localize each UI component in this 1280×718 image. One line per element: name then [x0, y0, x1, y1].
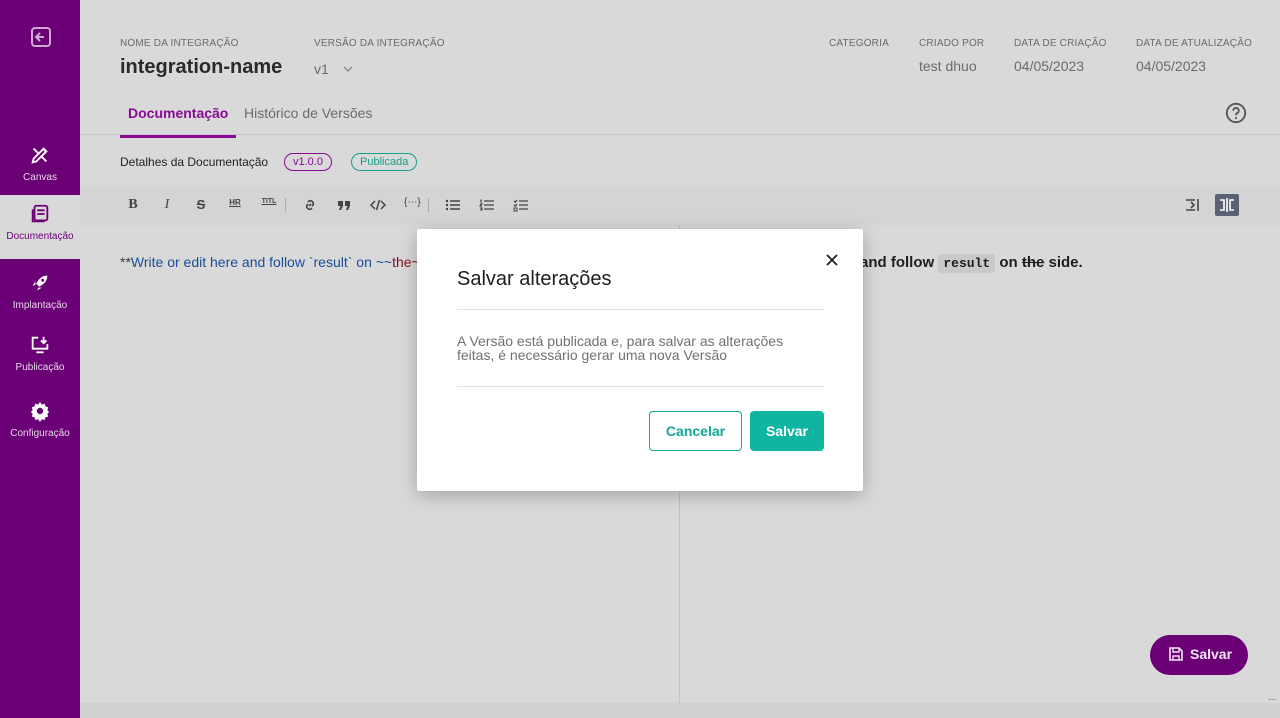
dialog-divider	[457, 309, 824, 310]
dialog-divider	[457, 386, 824, 387]
save-changes-dialog: Salvar alterações A Versão está publicad…	[417, 229, 863, 491]
save-button[interactable]: Salvar	[750, 411, 824, 451]
dialog-title: Salvar alterações	[457, 268, 612, 290]
cancel-button[interactable]: Cancelar	[649, 411, 742, 451]
dialog-message: A Versão está publicada e, para salvar a…	[457, 333, 784, 363]
close-icon[interactable]	[823, 251, 841, 269]
